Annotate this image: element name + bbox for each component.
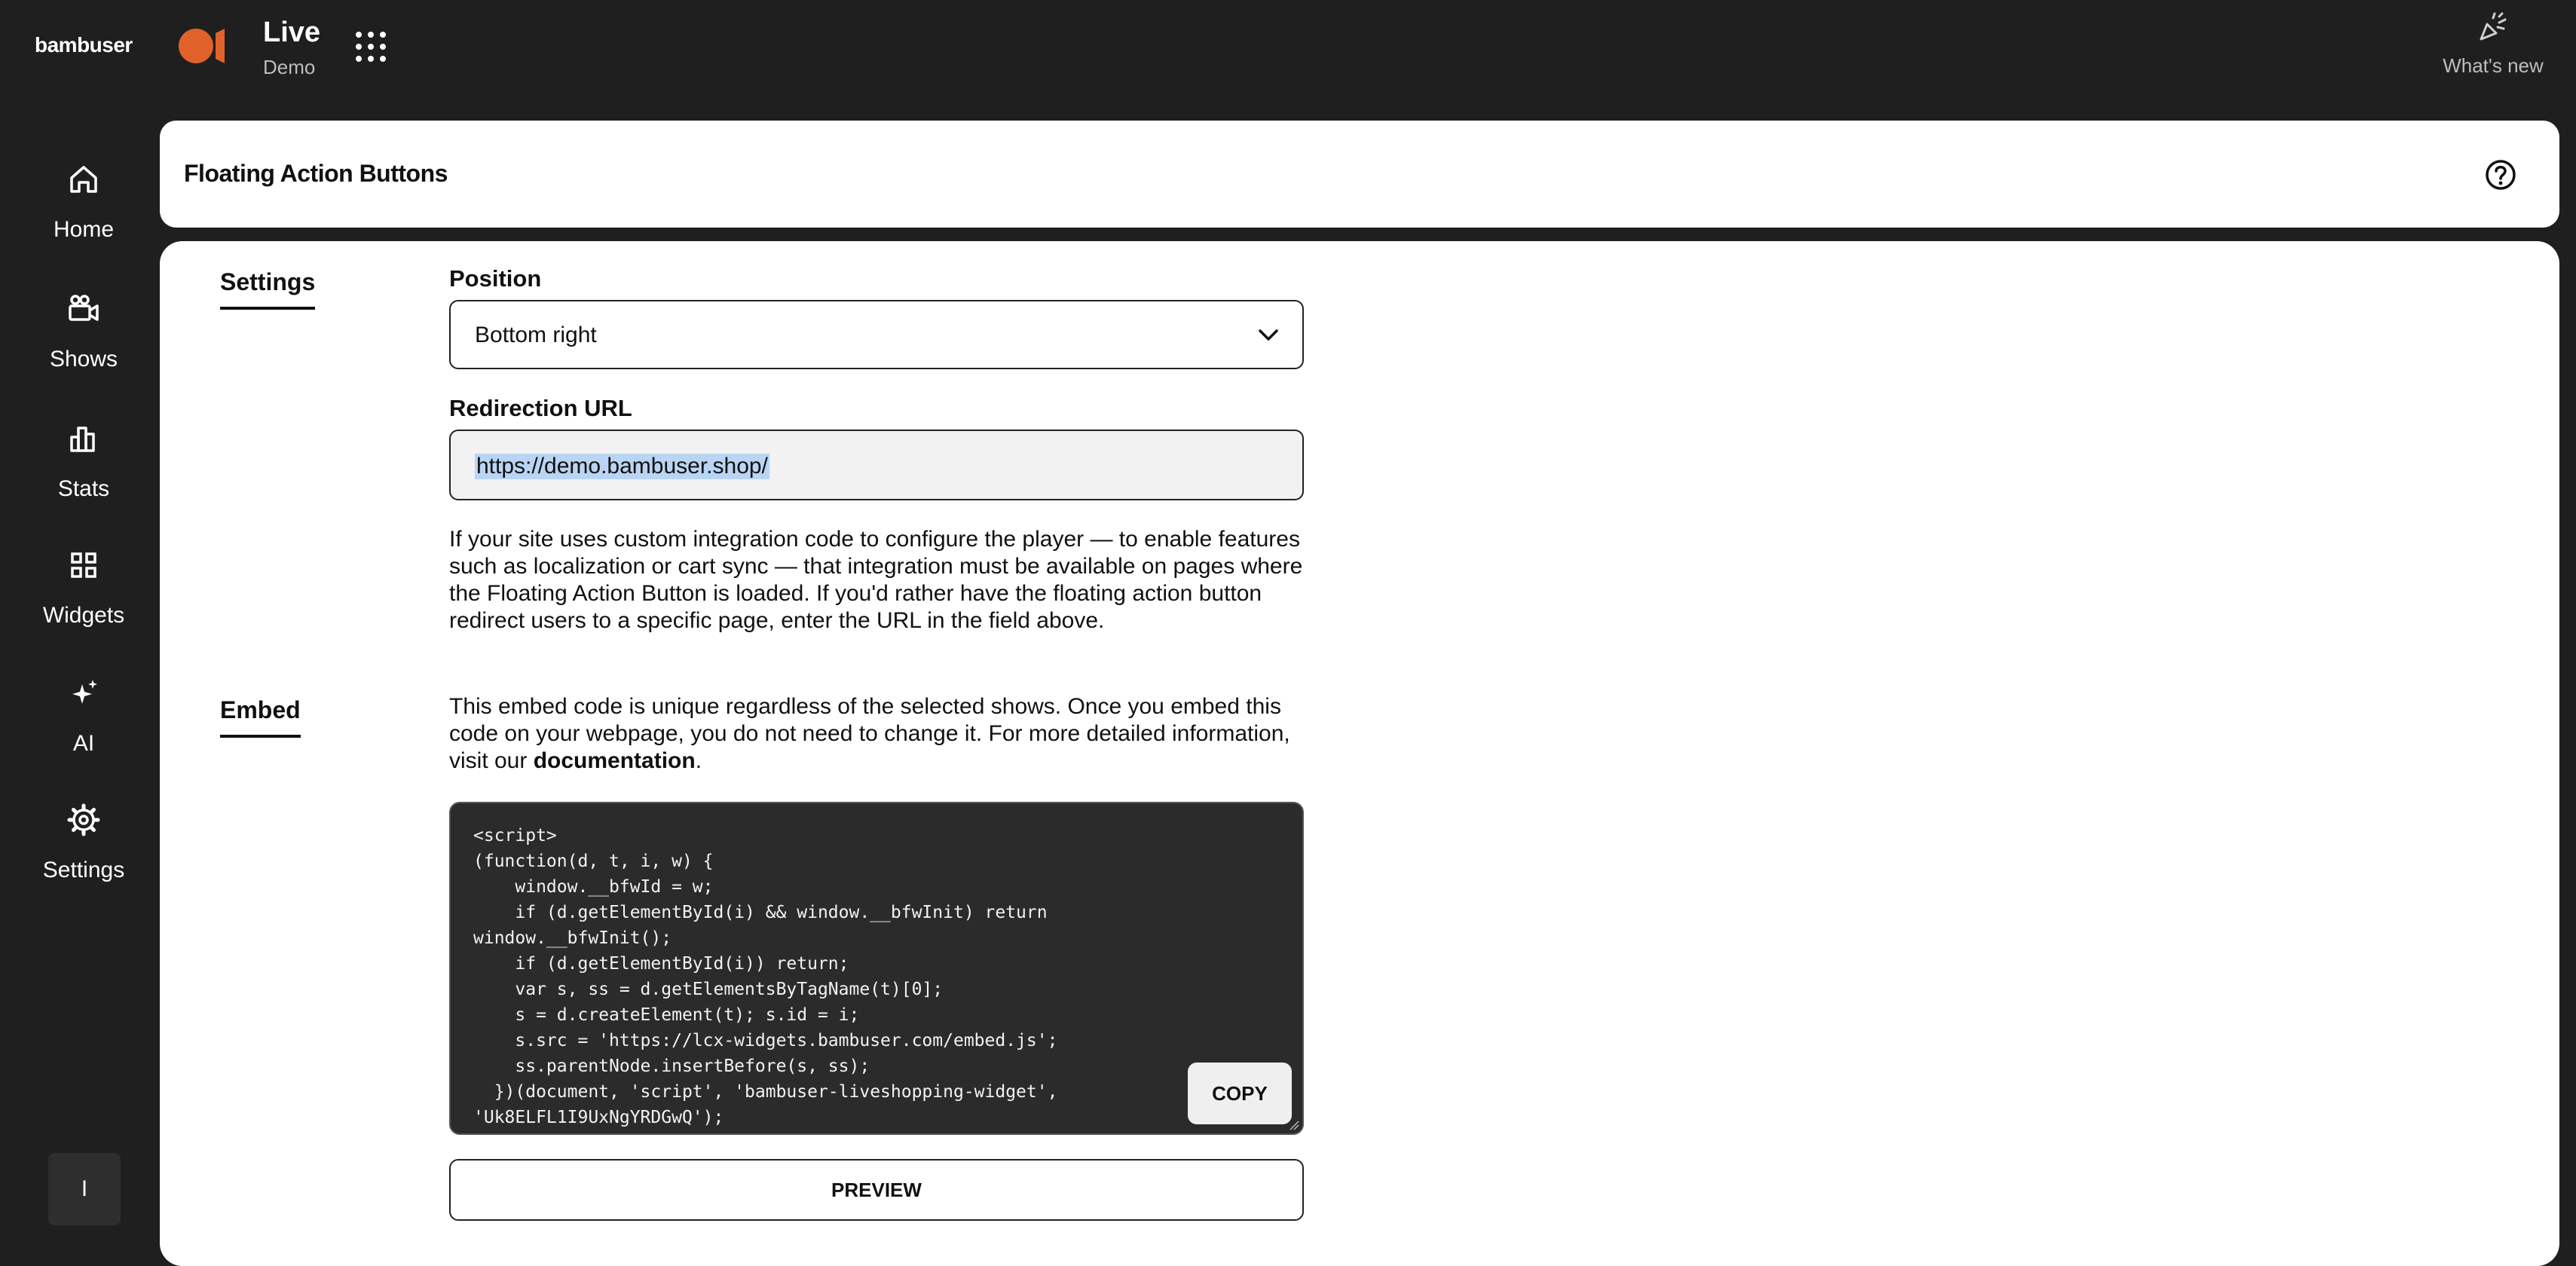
- redirection-url-value: https://demo.bambuser.shop/: [475, 454, 769, 479]
- sidebar-item-label: Widgets: [42, 603, 125, 628]
- grid-icon: [71, 552, 96, 578]
- whats-new-label: What's new: [2443, 54, 2544, 77]
- tab-embed[interactable]: Embed: [220, 696, 301, 738]
- main-content: Settings Position Bottom right Redirecti…: [160, 241, 2559, 1266]
- context-subtitle: Demo: [263, 56, 316, 78]
- sidebar-item-shows[interactable]: Shows: [0, 292, 167, 372]
- embed-description: This embed code is unique regardless of …: [449, 693, 1308, 775]
- sidebar-item-label: Shows: [49, 347, 118, 372]
- sidebar: Home Shows Stats Widgets AI Settings I: [0, 113, 160, 1248]
- chevron-down-icon: [1259, 329, 1278, 341]
- preview-button[interactable]: PREVIEW: [449, 1159, 1304, 1221]
- user-avatar-button[interactable]: I: [48, 1153, 121, 1225]
- brand-logo[interactable]: bambuser: [35, 33, 133, 57]
- sparkles-icon: [72, 680, 97, 704]
- embed-code-textarea[interactable]: <script> (function(d, t, i, w) { window.…: [449, 802, 1304, 1135]
- position-label: Position: [449, 265, 542, 292]
- copy-button[interactable]: COPY: [1188, 1063, 1292, 1124]
- resize-grip-icon[interactable]: [1289, 1120, 1299, 1130]
- bar-chart-icon: [70, 427, 95, 452]
- gear-icon: [67, 803, 100, 836]
- sidebar-item-label: Stats: [57, 476, 110, 501]
- top-bar: bambuser Live Demo What's new: [0, 0, 2576, 113]
- context-title[interactable]: Live: [263, 17, 320, 49]
- position-select-value: Bottom right: [475, 323, 597, 347]
- camera-icon: [69, 295, 99, 321]
- whats-new-button[interactable]: What's new: [2433, 11, 2553, 78]
- settings-help-text: If your site uses custom integration cod…: [449, 527, 1303, 633]
- home-icon: [70, 166, 97, 193]
- embed-code: <script> (function(d, t, i, w) { window.…: [473, 826, 1058, 1127]
- apps-grid-icon[interactable]: [354, 30, 387, 63]
- position-select[interactable]: Bottom right: [449, 300, 1304, 369]
- tab-settings[interactable]: Settings: [220, 268, 316, 310]
- sidebar-item-widgets[interactable]: Widgets: [0, 549, 167, 628]
- page-header: Floating Action Buttons: [160, 121, 2559, 228]
- page-title: Floating Action Buttons: [184, 160, 448, 187]
- sidebar-item-label: Settings: [42, 858, 125, 882]
- sidebar-item-home[interactable]: Home: [0, 163, 167, 243]
- sidebar-item-label: Home: [53, 217, 115, 242]
- sidebar-item-settings[interactable]: Settings: [0, 803, 167, 883]
- live-camera-icon: [179, 29, 225, 63]
- megaphone-icon: [2480, 12, 2507, 41]
- embed-description-end: .: [695, 748, 702, 773]
- redirection-url-label: Redirection URL: [449, 395, 632, 421]
- sidebar-item-ai[interactable]: AI: [0, 677, 167, 757]
- help-icon[interactable]: [2484, 158, 2517, 191]
- redirection-url-input[interactable]: https://demo.bambuser.shop/: [449, 430, 1304, 500]
- documentation-link[interactable]: documentation: [534, 748, 696, 773]
- sidebar-item-stats[interactable]: Stats: [0, 422, 167, 502]
- sidebar-item-label: AI: [72, 731, 95, 756]
